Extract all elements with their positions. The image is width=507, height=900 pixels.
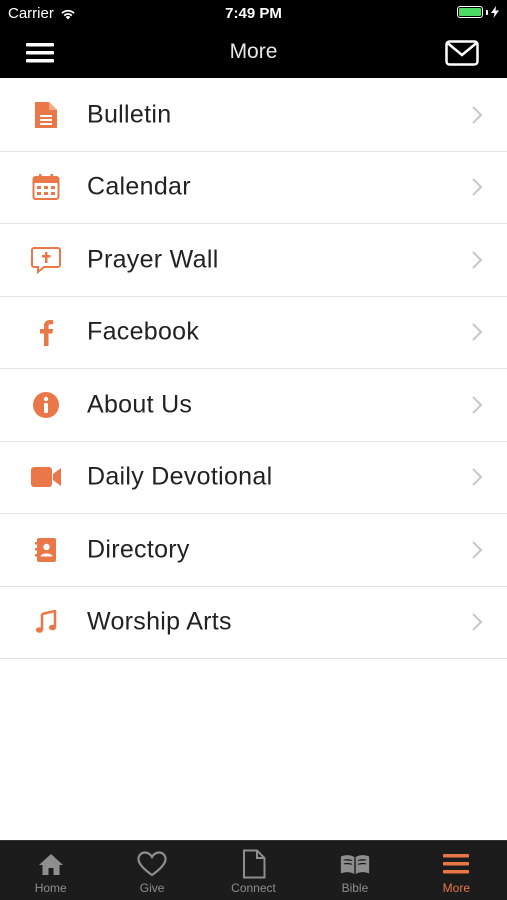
list-item-label: About Us (87, 390, 193, 419)
list-item-directory[interactable]: Directory (0, 514, 507, 587)
status-bar: Carrier 7:49 PM (0, 0, 507, 28)
tab-bible[interactable]: Bible (304, 841, 405, 900)
list-item-bulletin[interactable]: Bulletin (0, 79, 507, 152)
tab-label: Connect (231, 881, 276, 895)
tab-home[interactable]: Home (0, 841, 101, 900)
more-menu-list: Bulletin Calendar Prayer Wall Facebook A… (0, 79, 507, 659)
chevron-right-icon (472, 251, 483, 269)
book-icon (339, 848, 371, 880)
list-item-prayer-wall[interactable]: Prayer Wall (0, 224, 507, 297)
list-item-label: Calendar (87, 172, 191, 201)
music-note-icon (30, 606, 62, 638)
tab-give[interactable]: Give (101, 841, 202, 900)
document-icon (30, 99, 62, 131)
chevron-right-icon (472, 323, 483, 341)
heart-icon (136, 848, 168, 880)
battery-indicator (457, 6, 499, 18)
tab-label: Bible (341, 881, 369, 895)
list-item-label: Daily Devotional (87, 462, 273, 491)
tab-more[interactable]: More (406, 841, 507, 900)
page-icon (238, 848, 270, 880)
list-item-calendar[interactable]: Calendar (0, 152, 507, 224)
facebook-icon (30, 316, 62, 348)
chevron-right-icon (472, 541, 483, 559)
tab-label: Home (34, 881, 67, 895)
hamburger-icon (440, 848, 472, 880)
tab-bar: Home Give Connect Bible More (0, 840, 507, 900)
info-icon (30, 389, 62, 421)
prayer-bubble-icon (30, 244, 62, 276)
list-item-worship-arts[interactable]: Worship Arts (0, 587, 507, 659)
list-item-label: Prayer Wall (87, 245, 219, 274)
battery-icon (457, 6, 483, 18)
clock: 7:49 PM (225, 5, 282, 22)
chevron-right-icon (472, 396, 483, 414)
tab-connect[interactable]: Connect (203, 841, 304, 900)
list-item-label: Directory (87, 535, 190, 564)
tab-label: Give (139, 881, 165, 895)
chevron-right-icon (472, 468, 483, 486)
home-icon (35, 848, 67, 880)
list-item-about-us[interactable]: About Us (0, 369, 507, 442)
chevron-right-icon (472, 178, 483, 196)
list-item-label: Bulletin (87, 100, 172, 129)
calendar-icon (30, 171, 62, 203)
address-book-icon (30, 534, 62, 566)
list-item-label: Worship Arts (87, 607, 232, 636)
video-camera-icon (30, 461, 62, 493)
charging-bolt-icon (491, 6, 499, 18)
list-item-facebook[interactable]: Facebook (0, 297, 507, 369)
list-item-label: Facebook (87, 317, 200, 346)
chevron-right-icon (472, 106, 483, 124)
page-title: More (229, 40, 278, 63)
chevron-right-icon (472, 613, 483, 631)
mail-icon[interactable] (445, 40, 479, 66)
list-item-daily-devotional[interactable]: Daily Devotional (0, 442, 507, 514)
navigation-bar: More (0, 28, 507, 78)
tab-label: More (442, 881, 470, 895)
